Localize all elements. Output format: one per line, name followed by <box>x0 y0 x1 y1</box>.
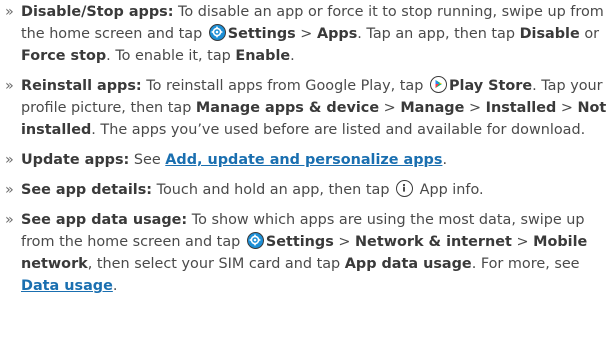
separator: > <box>464 100 486 116</box>
settings-label: Settings <box>265 234 334 250</box>
bullet: » <box>5 152 14 168</box>
disable-label: Disable <box>519 26 580 42</box>
data-usage-link[interactable]: Data usage <box>21 278 113 294</box>
manage-label: Manage <box>400 100 465 116</box>
item-heading: Disable/Stop apps: <box>21 4 174 20</box>
manage-apps-label: Manage apps & device <box>195 100 380 116</box>
item-text: or <box>579 26 600 42</box>
item-heading: See app details: <box>21 182 153 198</box>
item-text: . <box>112 278 118 294</box>
item-text: . To enable it, tap <box>106 48 236 64</box>
bullet: » <box>5 182 14 198</box>
item-text: Touch and hold an app, then tap <box>152 182 395 198</box>
separator: > <box>556 100 578 116</box>
separator: > <box>379 100 401 116</box>
app-data-usage-label: App data usage <box>344 256 472 272</box>
bullet: » <box>5 212 14 228</box>
item-text: , then select your SIM card and tap <box>87 256 345 272</box>
item-text: See <box>129 152 166 168</box>
list-item-update: » Update apps: See Add, update and perso… <box>0 149 616 171</box>
list-item-reinstall: » Reinstall apps: To reinstall apps from… <box>0 75 616 141</box>
settings-label: Settings <box>227 26 296 42</box>
list-item-app-details: » See app details: Touch and hold an app… <box>0 179 616 201</box>
item-heading: See app data usage: <box>21 212 188 228</box>
force-stop-label: Force stop <box>21 48 107 64</box>
settings-icon <box>246 232 264 249</box>
installed-label: Installed <box>485 100 557 116</box>
item-text: . <box>442 152 448 168</box>
info-icon <box>396 180 414 197</box>
apps-label: Apps <box>316 26 358 42</box>
item-text: App info. <box>415 182 484 198</box>
enable-label: Enable <box>235 48 291 64</box>
item-text: . <box>290 48 295 64</box>
bullet: » <box>5 78 14 94</box>
help-list: » Disable/Stop apps: To disable an app o… <box>0 1 616 342</box>
item-text: To reinstall apps from Google Play, tap <box>141 78 428 94</box>
item-heading: Update apps: <box>21 152 130 168</box>
bullet: » <box>5 4 14 20</box>
list-item-data-usage: » See app data usage: To show which apps… <box>0 209 616 297</box>
separator: > <box>295 26 317 42</box>
item-text: . For more, see <box>471 256 580 272</box>
separator: > <box>511 234 534 250</box>
item-text: . The apps you’ve used before are listed… <box>91 122 586 138</box>
item-heading: Reinstall apps: <box>21 78 142 94</box>
item-text: . Tap an app, then tap <box>357 26 520 42</box>
network-label: Network & internet <box>355 234 512 250</box>
play-store-label: Play Store <box>448 78 533 94</box>
separator: > <box>333 234 356 250</box>
play-store-icon <box>429 76 447 93</box>
add-update-apps-link[interactable]: Add, update and personalize apps <box>165 152 442 168</box>
settings-icon <box>208 24 226 41</box>
list-item-disable-stop: » Disable/Stop apps: To disable an app o… <box>0 1 616 67</box>
